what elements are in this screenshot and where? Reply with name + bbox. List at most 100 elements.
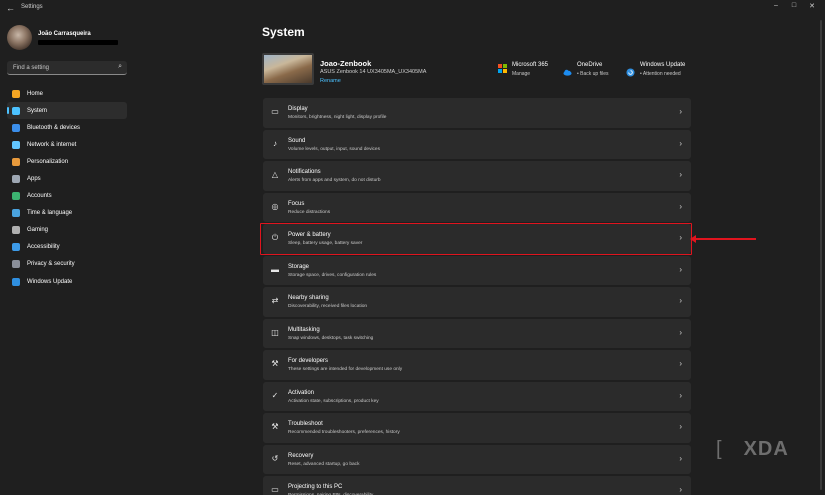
- scrollbar[interactable]: [820, 20, 822, 490]
- settings-item-title: Sound: [288, 137, 306, 144]
- rename-link[interactable]: Rename: [320, 78, 341, 84]
- settings-item-subtitle: Snap windows, desktops, task switching: [288, 335, 374, 341]
- chevron-right-icon: ›: [679, 170, 682, 179]
- status-title: OneDrive: [577, 62, 603, 68]
- search-icon[interactable]: ⌕: [118, 63, 122, 71]
- activation-icon: ✓: [271, 390, 279, 400]
- search-placeholder: Find a setting: [13, 65, 50, 71]
- sidebar-item-accounts[interactable]: Accounts: [7, 188, 127, 205]
- sidebar-item-windows-update[interactable]: Windows Update: [7, 273, 127, 290]
- onedrive-icon: [563, 64, 572, 76]
- highlight-box: [260, 223, 692, 255]
- close-button[interactable]: ✕: [803, 2, 821, 10]
- settings-item-subtitle: Volume levels, output, input, sound devi…: [288, 146, 380, 152]
- sound-icon: ♪: [273, 138, 277, 148]
- annotation-arrow: [690, 235, 756, 243]
- settings-item-subtitle: These settings are intended for developm…: [288, 367, 403, 372]
- sidebar-item-label: Apps: [27, 176, 41, 183]
- accounts-icon: [12, 192, 20, 201]
- brush-icon: [12, 157, 20, 166]
- chevron-right-icon: ›: [679, 138, 682, 148]
- settings-item-focus[interactable]: ◎ Focus Reduce distractions ›: [263, 192, 691, 222]
- sidebar-nav: Home System Bluetooth & devices Network & i…: [7, 85, 127, 290]
- minimize-button[interactable]: –: [767, 2, 785, 10]
- settings-item-display[interactable]: ▭ Display Monitors, brightness, night ligh…: [263, 98, 691, 128]
- settings-item-sound[interactable]: ♪ Sound Volume levels, output, input, soun…: [263, 129, 691, 159]
- chevron-right-icon: ›: [679, 296, 682, 305]
- settings-item-title: Notifications: [288, 169, 321, 175]
- sidebar-item-personalization[interactable]: Personalization: [7, 153, 127, 170]
- system-icon: [12, 106, 20, 115]
- sidebar-item-time-language[interactable]: Time & language: [7, 205, 127, 222]
- settings-item-title: For developers: [288, 358, 329, 364]
- display-icon: ▭: [271, 107, 279, 116]
- settings-item-subtitle: Reset, advanced startup, go back: [288, 461, 360, 467]
- update-icon: [12, 277, 20, 286]
- title-bar: ← Settings – □ ✕: [0, 0, 825, 16]
- back-button[interactable]: ←: [6, 3, 15, 13]
- app-title: Settings: [21, 4, 43, 10]
- settings-item-notifications[interactable]: △ Notifications Alerts from apps and syste…: [263, 161, 691, 191]
- sidebar-item-label: Gaming: [27, 227, 49, 234]
- settings-item-multitasking[interactable]: ◫ Multitasking Snap windows, desktops, tas…: [263, 318, 691, 348]
- sidebar-item-label: Bluetooth & devices: [27, 124, 81, 131]
- status-title: Microsoft 365: [512, 62, 549, 68]
- status-subtitle: Manage: [512, 71, 531, 77]
- device-model: ASUS Zenbook 14 UX3405MA_UX3405MA: [320, 69, 427, 75]
- maximize-button[interactable]: □: [785, 2, 803, 10]
- sidebar-item-accessibility[interactable]: Accessibility: [7, 239, 127, 256]
- gaming-icon: [12, 226, 20, 235]
- sidebar-item-gaming[interactable]: Gaming: [7, 222, 127, 239]
- settings-item-title: Focus: [288, 200, 305, 207]
- settings-item-subtitle: Discoverability, received files location: [288, 304, 368, 309]
- sidebar-item-label: Accessibility: [27, 244, 60, 251]
- shield-icon: [12, 260, 20, 269]
- sidebar-item-label: System: [27, 107, 48, 114]
- sidebar-item-label: Accounts: [27, 193, 52, 200]
- sidebar-item-label: Personalization: [27, 158, 69, 165]
- multitasking-icon: ◫: [271, 327, 279, 337]
- settings-list: ▭ Display Monitors, brightness, night ligh…: [263, 98, 691, 495]
- sidebar-item-label: Time & language: [27, 210, 73, 217]
- settings-item-title: Multitasking: [288, 326, 320, 333]
- sidebar-item-system[interactable]: System: [7, 102, 127, 120]
- search-input[interactable]: Find a setting ⌕: [7, 61, 127, 75]
- settings-item-subtitle: Reduce distractions: [288, 209, 331, 215]
- device-wallpaper-thumbnail: [262, 53, 314, 85]
- sidebar-item-network-internet[interactable]: Network & internet: [7, 136, 127, 153]
- developer-icon: ⚒: [271, 359, 279, 368]
- settings-item-activation[interactable]: ✓ Activation Activation state, subscriptio…: [263, 381, 691, 411]
- settings-item-nearby-sharing[interactable]: ⇄ Nearby sharing Discoverability, received…: [263, 287, 691, 317]
- settings-item-recovery[interactable]: ↺ Recovery Reset, advanced startup, go bac…: [263, 444, 691, 474]
- windows-update-icon: [626, 64, 635, 77]
- settings-item-for-developers[interactable]: ⚒ For developers These settings are intend…: [263, 350, 691, 380]
- page-title: System: [262, 25, 305, 39]
- avatar[interactable]: [7, 25, 32, 50]
- projecting-icon: ▭: [271, 485, 279, 494]
- chevron-right-icon: ›: [679, 359, 682, 368]
- settings-item-subtitle: Recommended troubleshooters, preferences…: [288, 430, 400, 435]
- settings-item-projecting-to-this-pc[interactable]: ▭Projecting to this PCPermissions, pairi…: [263, 476, 691, 495]
- storage-icon: ▬: [271, 264, 279, 274]
- microsoft365-icon: [498, 64, 507, 73]
- settings-item-troubleshoot[interactable]: ⚒ Troubleshoot Recommended troubleshooters…: [263, 413, 691, 443]
- chevron-right-icon: ›: [679, 390, 682, 400]
- settings-item-title: Nearby sharing: [288, 295, 329, 301]
- sidebar-item-privacy-security[interactable]: Privacy & security: [7, 256, 127, 273]
- chevron-right-icon: ›: [679, 107, 682, 116]
- user-email-redacted: [38, 40, 118, 45]
- sidebar-item-bluetooth-devices[interactable]: Bluetooth & devices: [7, 119, 127, 136]
- status-subtitle: • Back up files: [577, 71, 609, 77]
- sidebar-item-apps[interactable]: Apps: [7, 170, 127, 187]
- bluetooth-icon: [12, 123, 20, 132]
- sidebar-item-label: Network & internet: [27, 141, 77, 148]
- sidebar-item-label: Windows Update: [27, 278, 73, 285]
- accessibility-icon: [12, 243, 20, 252]
- settings-item-storage[interactable]: ▬ Storage Storage space, drives, configura…: [263, 255, 691, 285]
- user-name: João Carrasqueira: [38, 31, 91, 37]
- settings-item-title: Activation: [288, 389, 315, 396]
- bell-icon: △: [271, 170, 279, 179]
- sidebar-item-home[interactable]: Home: [7, 85, 127, 102]
- wifi-icon: [12, 140, 20, 149]
- wrench-icon: ⚒: [271, 422, 279, 431]
